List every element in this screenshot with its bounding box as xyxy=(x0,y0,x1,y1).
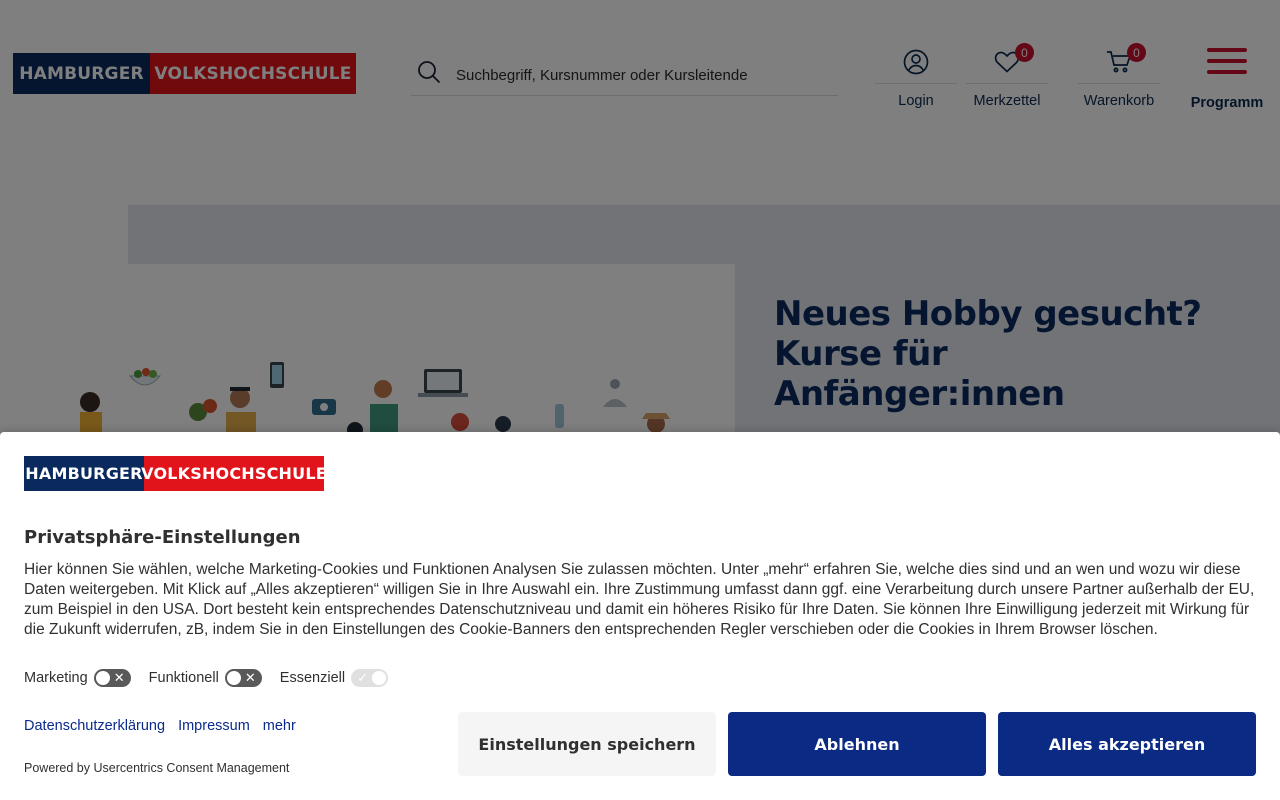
save-settings-button[interactable]: Einstellungen speichern xyxy=(458,712,716,776)
toggle-functional: Funktionell ✕ xyxy=(149,669,262,687)
consent-title: Privatsphäre-Einstellungen xyxy=(24,527,301,548)
consent-links: Datenschutzerklärung Impressum mehr xyxy=(24,718,309,734)
check-icon: ✓ xyxy=(357,670,368,685)
imprint-link[interactable]: Impressum xyxy=(178,718,250,734)
logo-part-1: HAMBURGER xyxy=(24,456,144,491)
toggle-label: Marketing xyxy=(24,670,88,686)
cookie-consent-banner: HAMBURGER VOLKSHOCHSCHULE Privatsphäre-E… xyxy=(0,432,1280,800)
deny-button[interactable]: Ablehnen xyxy=(728,712,986,776)
marketing-switch[interactable]: ✕ xyxy=(93,669,131,687)
close-icon: ✕ xyxy=(113,670,125,685)
consent-logo: HAMBURGER VOLKSHOCHSCHULE xyxy=(24,456,327,491)
powered-by-text: Powered by Usercentrics Consent Manageme… xyxy=(24,761,290,775)
toggle-essential: Essenziell ✓ xyxy=(279,669,389,687)
close-icon: ✕ xyxy=(244,670,256,685)
toggle-label: Essenziell xyxy=(279,670,346,686)
logo-part-2: VOLKSHOCHSCHULE xyxy=(141,456,327,491)
privacy-policy-link[interactable]: Datenschutzerklärung xyxy=(24,718,165,734)
more-link[interactable]: mehr xyxy=(263,718,296,734)
toggle-label: Funktionell xyxy=(148,670,219,686)
consent-description: Hier können Sie wählen, welche Marketing… xyxy=(24,561,1255,638)
accept-all-button[interactable]: Alles akzeptieren xyxy=(998,712,1256,776)
toggle-marketing: Marketing ✕ xyxy=(24,669,131,687)
functional-switch[interactable]: ✕ xyxy=(224,669,262,687)
essential-switch: ✓ xyxy=(351,669,389,687)
consent-toggles: Marketing ✕ Funktionell ✕ Essenziell ✓ xyxy=(24,669,406,687)
